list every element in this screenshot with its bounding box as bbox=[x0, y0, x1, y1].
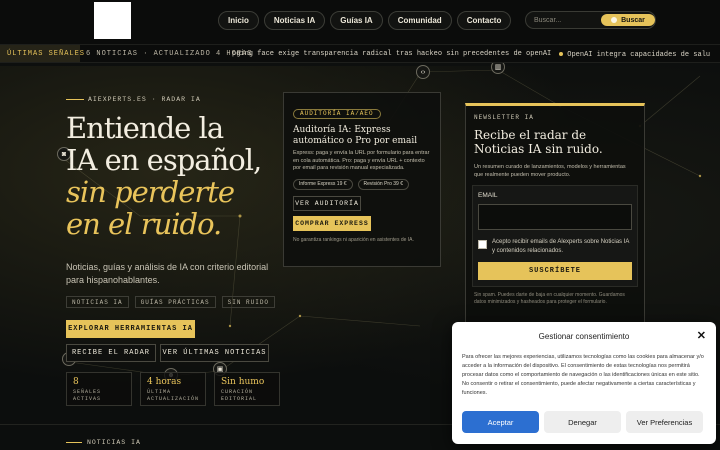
subscribe-button[interactable]: SUSCRÍBETE bbox=[478, 262, 632, 280]
stat-curation: Sin humo CURACIÓN EDITORIAL bbox=[214, 372, 280, 406]
cookie-buttons: Aceptar Denegar Ver Preferencias bbox=[462, 411, 703, 433]
hero-stats: 8 SEÑALES ACTIVAS 4 horas ÚLTIMA ACTUALI… bbox=[66, 372, 280, 406]
hero-title-line: Entiende la bbox=[66, 111, 224, 145]
hero-title-accent: sin perderte bbox=[66, 175, 235, 209]
consent-text: Acepto recibir emails de Alexperts sobre… bbox=[492, 239, 630, 254]
newsletter-card: NEWSLETTER IA Recibe el radar de Noticia… bbox=[465, 103, 645, 323]
audit-badge: AUDITORÍA IA/AEO bbox=[293, 109, 381, 119]
search-button[interactable]: Buscar bbox=[601, 14, 655, 26]
audit-description: Express: paga y envía la URL por formula… bbox=[293, 150, 430, 171]
nav-comunidad[interactable]: Comunidad bbox=[387, 11, 452, 30]
ticker-item[interactable]: OpenAI integra capacidades de salu bbox=[559, 50, 710, 59]
nav-noticias-ia[interactable]: Noticias IA bbox=[263, 11, 326, 30]
ticker-label: ÚLTIMAS SEÑALES bbox=[0, 45, 84, 62]
preferences-button[interactable]: Ver Preferencias bbox=[626, 411, 703, 433]
audit-note: No garantiza rankings ni aparición en as… bbox=[293, 236, 414, 243]
ticker-count: 6 NOTICIAS · ACTUALIZADO 4 HORAS bbox=[86, 50, 253, 58]
news-ticker: ÚLTIMAS SEÑALES 6 NOTICIAS · ACTUALIZADO… bbox=[0, 44, 720, 63]
email-field[interactable] bbox=[478, 204, 632, 230]
audit-pricing: Informe Express 19 € Revisión Pro 39 € bbox=[293, 178, 431, 190]
audit-card: AUDITORÍA IA/AEO Auditoría IA: Express a… bbox=[283, 92, 441, 267]
hero-kicker: AIEXPERTS.ES · RADAR IA bbox=[66, 96, 201, 103]
latest-news-button[interactable]: VER ÚLTIMAS NOTICIAS bbox=[160, 344, 269, 362]
site-header: Inicio Noticias IA Guías IA Comunidad Co… bbox=[0, 0, 720, 44]
cookie-body: Para ofrecer las mejores experiencias, u… bbox=[462, 354, 704, 396]
hero-title-line: IA en español, bbox=[66, 143, 262, 177]
deny-button[interactable]: Denegar bbox=[544, 411, 621, 433]
email-label: EMAIL bbox=[478, 192, 498, 199]
view-audit-button[interactable]: VER AUDITORÍA bbox=[293, 195, 361, 211]
ticker-item[interactable]: pging face exige transparencia radical t… bbox=[232, 50, 551, 59]
cookie-consent-modal: Gestionar consentimiento ✕ Para ofrecer … bbox=[452, 322, 716, 444]
stat-value: 8 bbox=[73, 377, 79, 387]
nav-guias-ia[interactable]: Guías IA bbox=[330, 11, 383, 30]
newsletter-tag: NEWSLETTER IA bbox=[474, 114, 534, 121]
search-button-label: Buscar bbox=[621, 16, 645, 24]
newsletter-fineprint: Sin spam. Puedes darte de baja en cualqu… bbox=[474, 292, 625, 305]
newsletter-form: EMAIL Acepto recibir emails de Alexperts… bbox=[472, 185, 638, 287]
stat-signals: 8 SEÑALES ACTIVAS bbox=[66, 372, 132, 406]
accept-button[interactable]: Aceptar bbox=[462, 411, 539, 433]
search-icon bbox=[611, 17, 618, 23]
section-label-text: NOTICIAS IA bbox=[87, 439, 141, 446]
radar-button[interactable]: RECIBE EL RADAR bbox=[66, 344, 156, 362]
chip-sin-ruido: SIN RUIDO bbox=[221, 296, 276, 308]
kicker-line bbox=[66, 99, 84, 100]
hero-title: Entiende la IA en español, sin perderte … bbox=[66, 111, 262, 241]
audit-title: Auditoría IA: Express automático o Pro p… bbox=[293, 125, 418, 146]
consent-row: Acepto recibir emails de Alexperts sobre… bbox=[478, 238, 632, 256]
chip-noticias: NOTICIAS IA bbox=[66, 296, 129, 308]
newsletter-subtitle: Un resumen curado de lanzamientos, model… bbox=[474, 164, 626, 178]
nav-inicio[interactable]: Inicio bbox=[218, 11, 259, 30]
hero-chips: NOTICIAS IA GUÍAS PRÁCTICAS SIN RUIDO bbox=[66, 296, 276, 308]
search-box: Buscar bbox=[525, 11, 656, 29]
stat-label: SEÑALES ACTIVAS bbox=[73, 389, 102, 402]
nav-contacto[interactable]: Contacto bbox=[456, 11, 512, 30]
explore-tools-button[interactable]: EXPLORAR HERRAMIENTAS IA bbox=[66, 320, 195, 338]
stat-value: 4 horas bbox=[147, 377, 182, 387]
site-logo[interactable] bbox=[94, 2, 131, 39]
ticker-items: pging face exige transparencia radical t… bbox=[232, 50, 710, 59]
stat-value: Sin humo bbox=[221, 377, 265, 387]
chip-guias: GUÍAS PRÁCTICAS bbox=[134, 296, 216, 308]
cookie-title: Gestionar consentimiento bbox=[538, 332, 630, 341]
stat-label: CURACIÓN EDITORIAL bbox=[221, 389, 258, 402]
close-icon[interactable]: ✕ bbox=[697, 329, 706, 342]
section-label: NOTICIAS IA bbox=[66, 439, 141, 446]
newsletter-title: Recibe el radar de Noticias IA sin ruido… bbox=[474, 128, 603, 156]
section-label-line bbox=[66, 442, 82, 443]
consent-checkbox[interactable] bbox=[478, 240, 487, 249]
kicker-text: AIEXPERTS.ES · RADAR IA bbox=[88, 96, 201, 103]
price-pro: Revisión Pro 39 € bbox=[357, 178, 409, 190]
hero-lead: Noticias, guías y análisis de IA con cri… bbox=[66, 262, 269, 285]
main-nav: Inicio Noticias IA Guías IA Comunidad Co… bbox=[218, 11, 512, 30]
price-express: Informe Express 19 € bbox=[293, 178, 353, 190]
bullet-icon bbox=[559, 52, 564, 56]
buy-express-button[interactable]: COMPRAR EXPRESS bbox=[293, 215, 371, 231]
stat-update: 4 horas ÚLTIMA ACTUALIZACIÓN bbox=[140, 372, 206, 406]
code-node-icon: ‹› bbox=[416, 65, 430, 79]
hero-title-accent: en el ruido. bbox=[66, 207, 222, 241]
search-input[interactable] bbox=[534, 15, 600, 26]
stat-label: ÚLTIMA ACTUALIZACIÓN bbox=[147, 389, 200, 402]
